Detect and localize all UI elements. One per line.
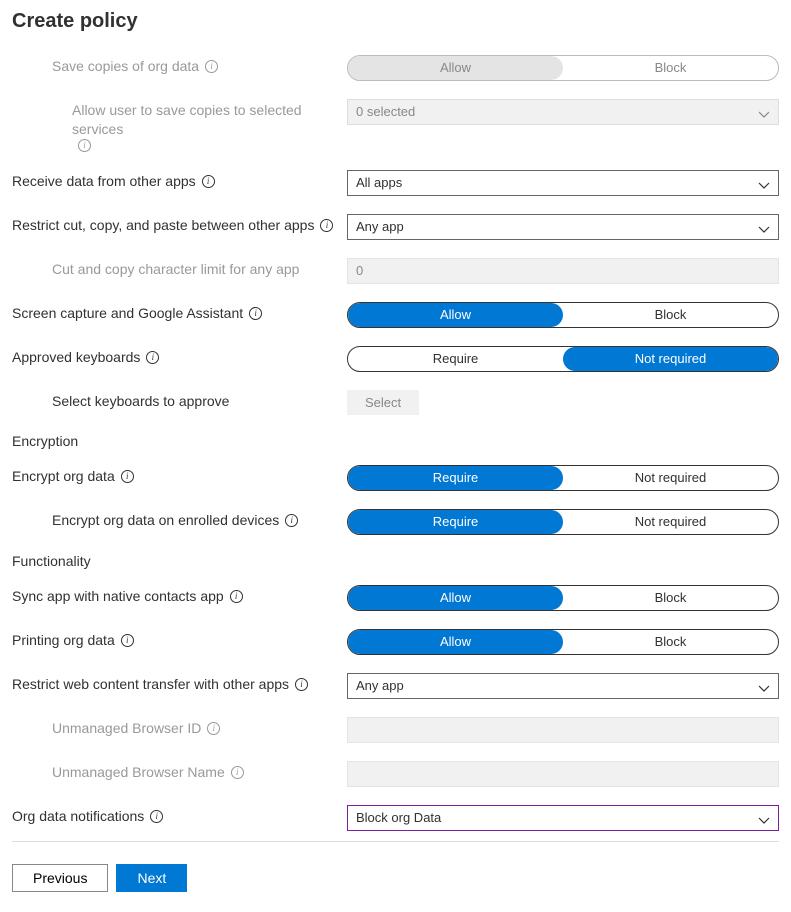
restrict-web-select[interactable]: Any app [347, 673, 779, 699]
info-icon[interactable] [249, 307, 262, 320]
restrict-ccp-label: Restrict cut, copy, and paste between ot… [12, 214, 347, 235]
toggle-opt-block[interactable]: Block [563, 630, 778, 654]
save-copies-services-label: Allow user to save copies to selected se… [12, 99, 347, 152]
info-icon[interactable] [230, 590, 243, 603]
notifications-label: Org data notifications [12, 805, 347, 826]
chevron-down-icon [758, 679, 772, 693]
sync-contacts-toggle[interactable]: Allow Block [347, 585, 779, 611]
info-icon[interactable] [121, 634, 134, 647]
sync-contacts-label: Sync app with native contacts app [12, 585, 347, 606]
browser-id-label: Unmanaged Browser ID [12, 717, 347, 738]
info-icon[interactable] [285, 514, 298, 527]
receive-data-label: Receive data from other apps [12, 170, 347, 191]
restrict-web-label: Restrict web content transfer with other… [12, 673, 347, 694]
chevron-down-icon [758, 176, 772, 190]
printing-label: Printing org data [12, 629, 347, 650]
toggle-opt-require[interactable]: Require [348, 510, 563, 534]
toggle-opt-block[interactable]: Block [563, 586, 778, 610]
restrict-ccp-select[interactable]: Any app [347, 214, 779, 240]
encrypt-org-label: Encrypt org data [12, 465, 347, 486]
encrypt-org-toggle[interactable]: Require Not required [347, 465, 779, 491]
printing-toggle[interactable]: Allow Block [347, 629, 779, 655]
select-value: 0 selected [356, 104, 415, 119]
chevron-down-icon [758, 105, 772, 119]
info-icon[interactable] [146, 351, 159, 364]
select-value: Block org Data [356, 810, 441, 825]
select-value: Any app [356, 219, 404, 234]
receive-data-select[interactable]: All apps [347, 170, 779, 196]
chevron-down-icon [758, 811, 772, 825]
select-kb-label: Select keyboards to approve [12, 390, 347, 411]
ccp-limit-input: 0 [347, 258, 779, 284]
toggle-opt-allow: Allow [348, 56, 563, 80]
ccp-limit-label: Cut and copy character limit for any app [12, 258, 347, 279]
screen-capture-toggle[interactable]: Allow Block [347, 302, 779, 328]
toggle-opt-allow[interactable]: Allow [348, 303, 563, 327]
toggle-opt-allow[interactable]: Allow [348, 586, 563, 610]
save-copies-toggle: Allow Block [347, 55, 779, 81]
info-icon[interactable] [78, 139, 91, 152]
info-icon[interactable] [320, 219, 333, 232]
toggle-opt-notrequired[interactable]: Not required [563, 510, 778, 534]
select-value: Any app [356, 678, 404, 693]
browser-name-input [347, 761, 779, 787]
section-encryption: Encryption [12, 433, 779, 449]
approved-kb-toggle[interactable]: Require Not required [347, 346, 779, 372]
info-icon[interactable] [207, 722, 220, 735]
info-icon[interactable] [121, 470, 134, 483]
info-icon[interactable] [231, 766, 244, 779]
toggle-opt-block: Block [563, 56, 778, 80]
select-keyboards-button: Select [347, 390, 419, 415]
approved-kb-label: Approved keyboards [12, 346, 347, 367]
info-icon[interactable] [205, 60, 218, 73]
previous-button[interactable]: Previous [12, 864, 108, 892]
toggle-opt-notrequired[interactable]: Not required [563, 347, 778, 371]
info-icon[interactable] [202, 175, 215, 188]
browser-id-input [347, 717, 779, 743]
chevron-down-icon [758, 220, 772, 234]
wizard-footer: Previous Next [12, 841, 779, 892]
toggle-opt-require[interactable]: Require [348, 466, 563, 490]
browser-name-label: Unmanaged Browser Name [12, 761, 347, 782]
save-copies-label: Save copies of org data [12, 55, 347, 76]
info-icon[interactable] [295, 678, 308, 691]
toggle-opt-require[interactable]: Require [348, 347, 563, 371]
toggle-opt-block[interactable]: Block [563, 303, 778, 327]
encrypt-enrolled-label: Encrypt org data on enrolled devices [12, 509, 347, 530]
screen-capture-label: Screen capture and Google Assistant [12, 302, 347, 323]
toggle-opt-notrequired[interactable]: Not required [563, 466, 778, 490]
page-title: Create policy [12, 10, 779, 33]
section-functionality: Functionality [12, 553, 779, 569]
select-value: All apps [356, 175, 402, 190]
notifications-select[interactable]: Block org Data [347, 805, 779, 831]
toggle-opt-allow[interactable]: Allow [348, 630, 563, 654]
encrypt-enrolled-toggle[interactable]: Require Not required [347, 509, 779, 535]
info-icon[interactable] [150, 810, 163, 823]
save-copies-services-select: 0 selected [347, 99, 779, 125]
next-button[interactable]: Next [116, 864, 187, 892]
